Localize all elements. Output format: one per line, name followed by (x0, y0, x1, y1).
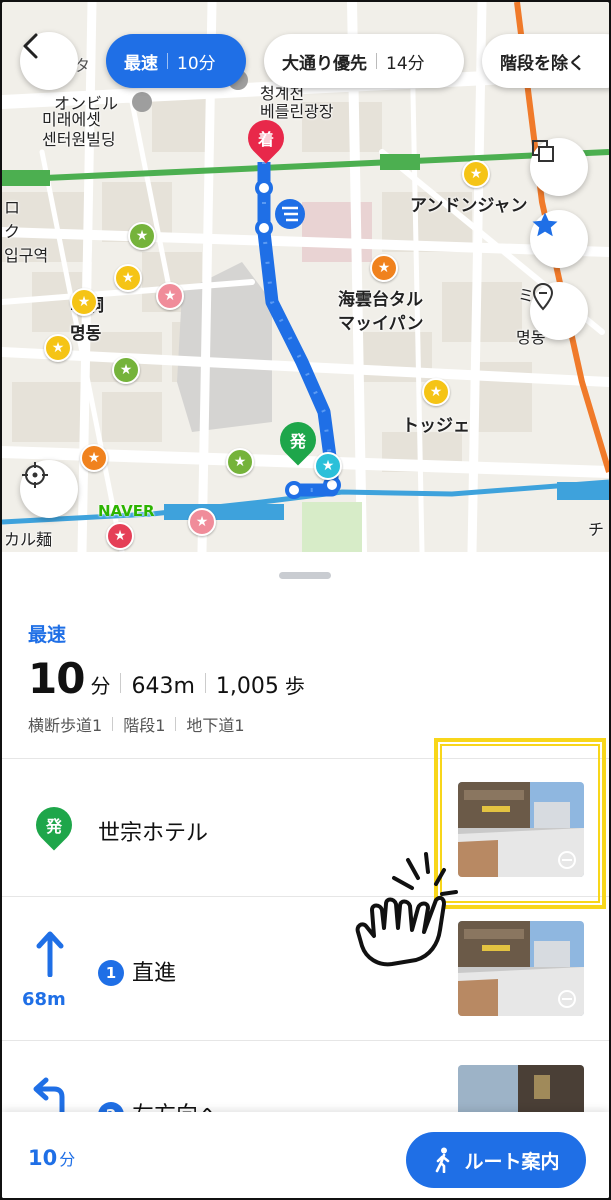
route-tab-main-roads[interactable]: 大通り優先 14分 (264, 34, 464, 88)
poi-star-icon[interactable]: ★ (112, 356, 140, 384)
map-label: 입구역 (4, 246, 49, 265)
poi-star-icon[interactable]: ★ (70, 288, 98, 316)
map-label: カル麺 (4, 530, 53, 549)
start-navigation-label: ルート案内 (464, 1150, 560, 1173)
poi-star-icon[interactable]: ★ (80, 444, 108, 472)
app-frame: センタ オンビル 미래에셋 센터원빌딩 청계천 베를린광장 アンドンジャン 海雲… (2, 2, 609, 1198)
poi-star-icon[interactable]: ★ (314, 452, 342, 480)
route-tab-minutes: 10分 (177, 53, 216, 74)
end-pin[interactable]: 着 (240, 112, 292, 166)
pin-outline-icon (532, 283, 554, 311)
layers-icon (532, 140, 554, 162)
poi-star-icon[interactable]: ★ (462, 160, 490, 188)
end-pin-label: 着 (257, 130, 274, 149)
map-label: 海雲台タル (338, 290, 423, 310)
favorites-button[interactable] (530, 210, 588, 268)
map-label: マッイパン (338, 314, 424, 334)
route-step-1[interactable]: 68m 1 直進 (2, 897, 609, 1040)
route-steps-value: 1,005 (215, 674, 279, 699)
layers-button[interactable] (530, 138, 588, 196)
route-time-unit: 分 (90, 674, 111, 698)
step-number-badge: 1 (98, 960, 124, 986)
start-navigation-button[interactable]: ルート案内 (406, 1132, 586, 1188)
map-label: 명동 (70, 324, 102, 344)
back-button[interactable] (20, 32, 78, 90)
poi-star-icon[interactable]: ★ (106, 522, 134, 550)
meta-stairs: 階段1 (123, 716, 166, 735)
route-tab-fastest[interactable]: 最速 10分 (106, 34, 246, 88)
start-pin-label: 発 (289, 432, 306, 451)
locate-me-button[interactable] (20, 460, 78, 518)
map-label: 미래에셋 (42, 110, 101, 129)
meta-crosswalk: 横断歩道1 (28, 716, 103, 735)
turn-left-icon (33, 1077, 65, 1117)
star-icon (532, 212, 558, 237)
map-view[interactable]: センタ オンビル 미래에셋 센터원빌딩 청계천 베를린광장 アンドンジャン 海雲… (2, 2, 609, 552)
bottom-total-time: 10 分 (28, 1146, 75, 1170)
sheet-drag-handle[interactable] (279, 572, 331, 579)
map-label: 베를린광장 (260, 102, 334, 121)
step-title-row: 1 直進 (98, 955, 176, 988)
bottom-action-bar: 10 分 ルート案内 (2, 1112, 609, 1198)
bottom-time-value: 10 (28, 1146, 58, 1170)
poi-star-icon[interactable]: ★ (188, 508, 216, 536)
meta-underpass: 地下道1 (186, 716, 245, 735)
route-distance: 643m (131, 674, 195, 699)
map-label: ク (4, 222, 21, 241)
locate-icon (22, 462, 48, 488)
map-label: アンドンジャン (410, 196, 528, 216)
map-label: 센터원빌딩 (42, 130, 116, 149)
route-time-value: 10 (28, 654, 85, 703)
start-pin[interactable]: 発 (272, 414, 324, 468)
poi-star-icon[interactable]: ★ (156, 282, 184, 310)
street-view-photo[interactable] (458, 921, 584, 1016)
route-summary: 10 分 643m 1,005 歩 (28, 654, 305, 703)
place-pin-button[interactable] (530, 282, 588, 340)
start-badge-label: 発 (45, 817, 62, 836)
hand-tap-icon (355, 852, 458, 967)
poi-star-icon[interactable]: ★ (128, 222, 156, 250)
route-meta: 横断歩道1 階段1 地下道1 (28, 712, 245, 736)
route-tab-label: 階段を除く (500, 53, 585, 74)
map-label: ロ (4, 198, 21, 217)
back-icon (23, 33, 38, 59)
walk-icon (436, 1147, 450, 1173)
map-label: チ (588, 520, 605, 539)
route-tab-minutes: 14分 (386, 53, 425, 74)
route-steps-unit: 歩 (284, 674, 305, 698)
poi-star-icon[interactable]: ★ (114, 264, 142, 292)
poi-star-icon[interactable]: ★ (226, 448, 254, 476)
map-label: トッジェ (402, 416, 470, 436)
start-pin-icon: 発 (28, 799, 80, 853)
arrow-up-icon (36, 931, 64, 977)
step-distance: 68m (22, 989, 66, 1010)
route-mode-label: 最速 (28, 624, 67, 646)
poi-star-icon[interactable]: ★ (370, 254, 398, 282)
poi-star-icon[interactable]: ★ (44, 334, 72, 362)
route-tab-label: 大通り優先 (282, 53, 367, 74)
step-title: 世宗ホテル (98, 821, 209, 846)
route-step-2[interactable]: 2左方向へ (2, 1041, 609, 1135)
naver-watermark: NAVER (98, 502, 155, 520)
step-title: 直進 (132, 961, 177, 986)
compass-icon (558, 990, 576, 1008)
bottom-time-unit: 分 (59, 1150, 76, 1169)
poi-star-icon[interactable]: ★ (422, 378, 450, 406)
route-tab-label: 最速 (124, 53, 158, 74)
route-tab-no-stairs[interactable]: 階段を除く (482, 34, 609, 88)
